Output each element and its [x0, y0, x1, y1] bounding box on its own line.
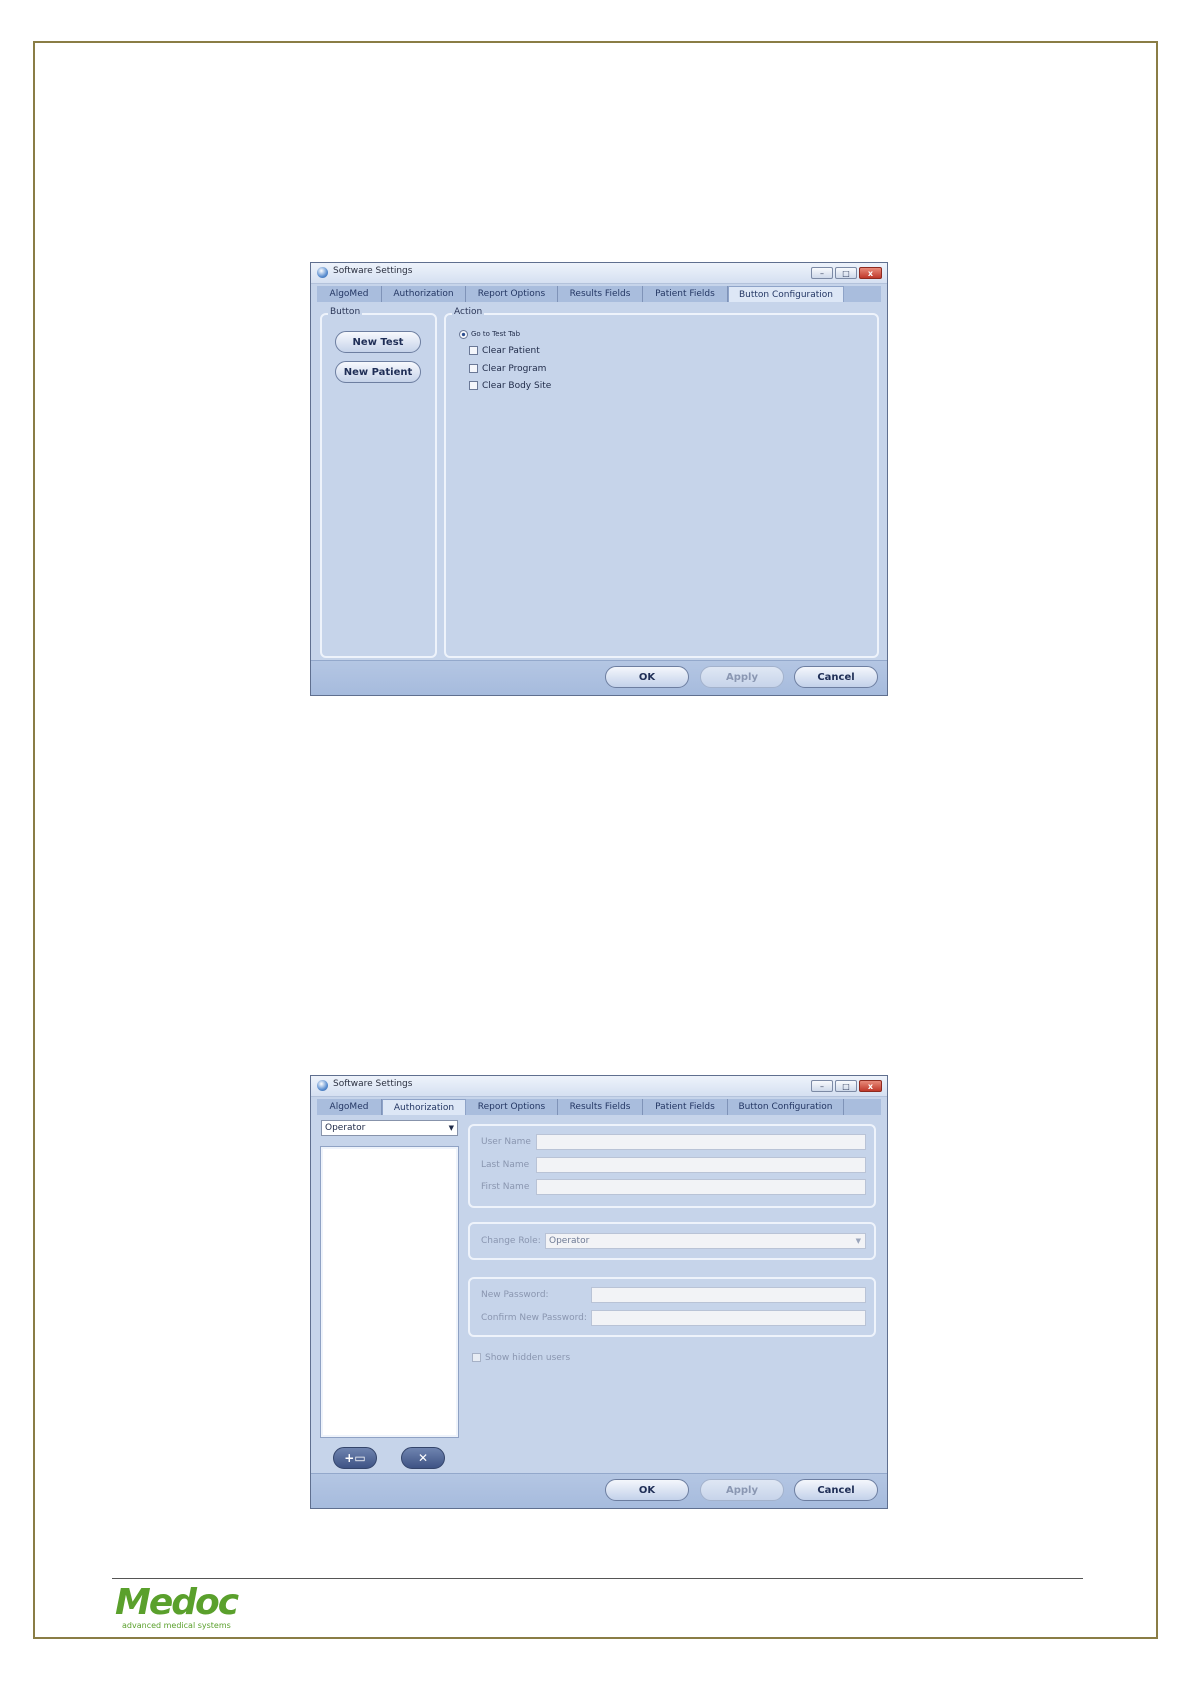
delete-user-button[interactable]: ✕ [401, 1447, 445, 1469]
checkbox-label: Clear Patient [482, 346, 540, 356]
software-settings-window-authorization: Software Settings – □ x AlgoMed Authoriz… [310, 1075, 888, 1509]
user-name-field[interactable] [536, 1134, 866, 1150]
show-hidden-users-checkbox[interactable]: Show hidden users [472, 1353, 570, 1363]
tab-report-options[interactable]: Report Options [466, 286, 558, 302]
window-title: Software Settings [333, 266, 413, 276]
user-list[interactable] [320, 1146, 459, 1438]
confirm-password-field[interactable] [591, 1310, 866, 1326]
maximize-button[interactable]: □ [835, 1080, 857, 1092]
first-name-field[interactable] [536, 1179, 866, 1195]
tab-authorization[interactable]: Authorization [382, 286, 466, 302]
cancel-button[interactable]: Cancel [794, 1479, 878, 1501]
software-settings-window-button-config: Software Settings – □ x AlgoMed Authoriz… [310, 262, 888, 696]
new-patient-button[interactable]: New Patient [335, 361, 421, 383]
apply-button[interactable]: Apply [700, 1479, 784, 1501]
chevron-down-icon: ▼ [448, 1124, 454, 1132]
chevron-down-icon: ▼ [855, 1237, 861, 1245]
tab-algomed[interactable]: AlgoMed [317, 286, 382, 302]
radio-selected-icon [459, 329, 468, 339]
add-user-button[interactable]: +▭ [333, 1447, 377, 1469]
dialog-button-bar: OK Apply Cancel [311, 1473, 887, 1508]
tab-algomed[interactable]: AlgoMed [317, 1099, 382, 1115]
logo-wordmark: Medoc [115, 1582, 239, 1623]
app-icon [317, 267, 328, 278]
checkbox-label: Clear Program [482, 364, 547, 374]
change-role-value: Operator [549, 1236, 590, 1246]
go-to-test-tab-radio[interactable]: Go to Test Tab [459, 328, 520, 340]
tab-button-configuration[interactable]: Button Configuration [728, 1099, 844, 1115]
medoc-logo: Medoc advanced medical systems [115, 1582, 239, 1633]
checkbox-icon [472, 1353, 481, 1362]
radio-label: Go to Test Tab [471, 330, 521, 338]
button-group-label: Button [328, 307, 363, 317]
window-title: Software Settings [333, 1079, 413, 1089]
close-button[interactable]: x [859, 1080, 882, 1092]
new-password-label: New Password: [481, 1290, 549, 1300]
close-button[interactable]: x [859, 267, 882, 279]
user-name-label: User Name [481, 1137, 531, 1147]
checkbox-label: Clear Body Site [482, 381, 552, 391]
tab-results-fields[interactable]: Results Fields [558, 286, 643, 302]
tab-bar: AlgoMed Authorization Report Options Res… [317, 286, 881, 302]
last-name-label: Last Name [481, 1160, 530, 1170]
first-name-label: First Name [481, 1182, 530, 1192]
tab-patient-fields[interactable]: Patient Fields [643, 286, 728, 302]
tab-authorization[interactable]: Authorization [382, 1099, 466, 1115]
ok-button[interactable]: OK [605, 1479, 689, 1501]
minimize-button[interactable]: – [811, 267, 833, 279]
confirm-password-label: Confirm New Password: [481, 1313, 587, 1323]
password-group [468, 1277, 876, 1337]
cancel-button[interactable]: Cancel [794, 666, 878, 688]
minimize-button[interactable]: – [811, 1080, 833, 1092]
change-role-select[interactable]: Operator ▼ [545, 1233, 866, 1249]
clear-patient-checkbox[interactable]: Clear Patient [469, 345, 540, 357]
apply-button[interactable]: Apply [700, 666, 784, 688]
tab-patient-fields[interactable]: Patient Fields [643, 1099, 728, 1115]
logo-tagline: advanced medical systems [122, 1621, 231, 1630]
clear-program-checkbox[interactable]: Clear Program [469, 363, 546, 375]
tab-bar: AlgoMed Authorization Report Options Res… [317, 1099, 881, 1115]
new-password-field[interactable] [591, 1287, 866, 1303]
maximize-button[interactable]: □ [835, 267, 857, 279]
app-icon [317, 1080, 328, 1091]
add-user-icon: +▭ [344, 1451, 366, 1465]
clear-body-site-checkbox[interactable]: Clear Body Site [469, 380, 551, 392]
checkbox-icon [469, 364, 478, 373]
title-bar: Software Settings – □ x [311, 263, 887, 284]
button-group: Button New Test New Patient [320, 307, 437, 658]
tab-report-options[interactable]: Report Options [466, 1099, 558, 1115]
user-type-value: Operator [325, 1123, 366, 1133]
delete-user-icon: ✕ [417, 1451, 429, 1465]
checkbox-label: Show hidden users [485, 1353, 571, 1363]
checkbox-icon [469, 346, 478, 355]
last-name-field[interactable] [536, 1157, 866, 1173]
title-bar: Software Settings – □ x [311, 1076, 887, 1097]
checkbox-icon [469, 381, 478, 390]
ok-button[interactable]: OK [605, 666, 689, 688]
new-test-button[interactable]: New Test [335, 331, 421, 353]
action-group-label: Action [452, 307, 485, 317]
tab-results-fields[interactable]: Results Fields [558, 1099, 643, 1115]
user-type-select[interactable]: Operator ▼ [321, 1120, 458, 1136]
tab-button-configuration[interactable]: Button Configuration [728, 286, 844, 302]
change-role-label: Change Role: [481, 1236, 541, 1246]
footer-rule [112, 1578, 1083, 1579]
dialog-button-bar: OK Apply Cancel [311, 660, 887, 695]
